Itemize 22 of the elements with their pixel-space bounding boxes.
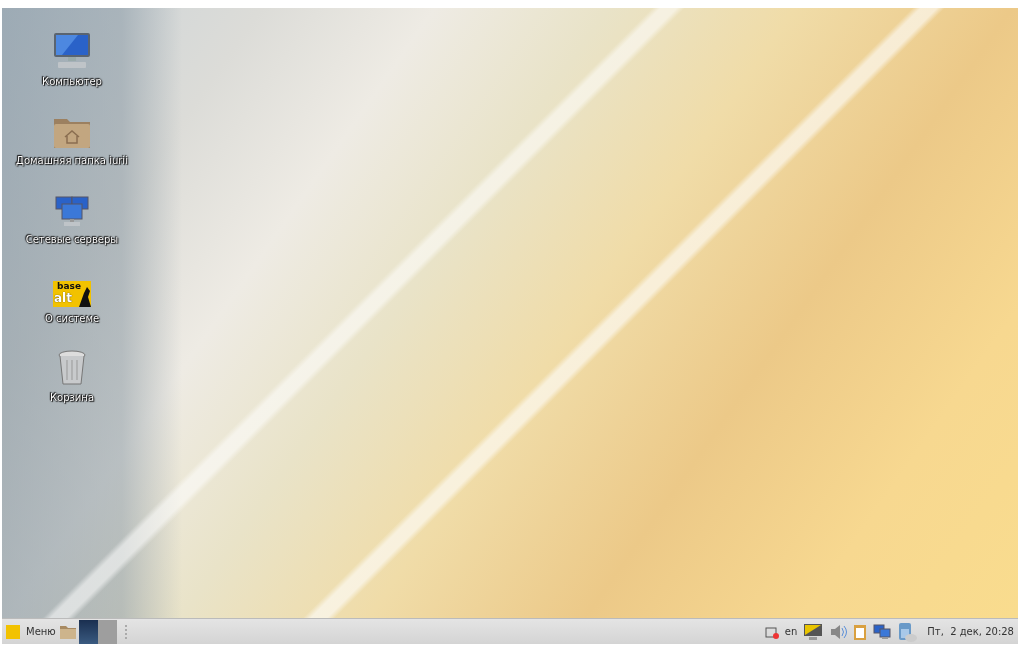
workspace-button[interactable] — [78, 619, 98, 644]
desktop-icon-label[interactable]: О системе — [44, 313, 100, 324]
computer-icon — [52, 32, 92, 70]
clipboard-icon[interactable] — [853, 623, 868, 640]
volume-icon[interactable] — [829, 622, 848, 641]
desktop-icon-label[interactable]: Компьютер — [42, 76, 102, 87]
menu-label: Меню — [26, 626, 56, 637]
desktop-icon-label[interactable]: Сетевые серверы — [25, 234, 119, 245]
keyboard-layout[interactable]: en — [784, 626, 798, 637]
desktop-icon-label[interactable]: Домашняя папка iurii — [16, 155, 128, 166]
menu-logo-icon — [6, 624, 20, 639]
network-computers-icon — [54, 196, 90, 228]
clock[interactable]: Пт, 2 дек, 20:28 — [923, 626, 1014, 637]
logo-text: alt — [54, 291, 72, 305]
desktop-icon-label[interactable]: Корзина — [49, 392, 95, 403]
network-disconnected-icon[interactable] — [764, 624, 779, 639]
display-icon[interactable] — [803, 622, 824, 641]
trash-icon — [57, 350, 87, 386]
menu-button[interactable]: Меню — [2, 619, 60, 644]
network-computers-icon[interactable] — [873, 623, 892, 640]
workspace-button[interactable] — [97, 619, 117, 644]
logo-text: base — [57, 281, 81, 291]
